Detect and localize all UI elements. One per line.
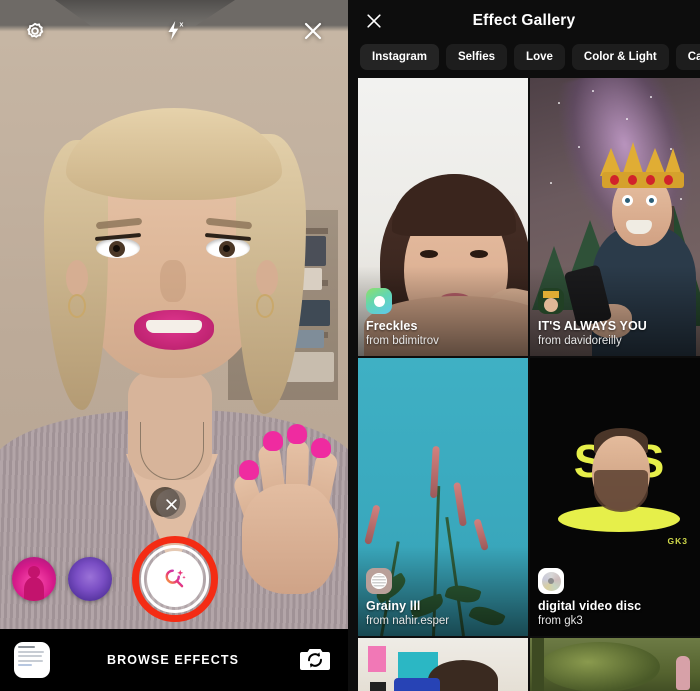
ear-right <box>256 260 278 296</box>
fingernail <box>287 424 307 444</box>
effect-author: from nahir.esper <box>366 614 450 627</box>
effect-card-grainy[interactable]: Grainy lll from nahir.esper <box>358 358 528 636</box>
flash-off-icon[interactable]: x <box>159 16 189 46</box>
watermark: GK3 <box>667 536 688 546</box>
gear-icon[interactable] <box>20 16 50 46</box>
effect-meta: Freckles from bdimitrov <box>358 288 528 356</box>
effect-card-partial-right[interactable] <box>530 638 700 691</box>
svg-text:x: x <box>180 22 184 29</box>
effect-author: from gk3 <box>538 614 583 627</box>
effect-preview <box>358 638 528 691</box>
teeth <box>146 320 202 333</box>
effect-name: IT'S ALWAYS YOU <box>538 319 647 334</box>
ear-left <box>66 260 88 296</box>
screenshot-root: x BROWSE EFFECTS Effect Gallery Instagra… <box>0 0 700 691</box>
dvd-effect-icon <box>538 568 564 595</box>
effect-name: digital video disc <box>538 599 642 614</box>
effect-preview <box>530 638 700 691</box>
browse-effects-label[interactable]: BROWSE EFFECTS <box>107 653 239 667</box>
hair-fringe <box>66 108 282 200</box>
dismiss-effect-button[interactable] <box>156 489 186 519</box>
effect-card-freckles[interactable]: Freckles from bdimitrov <box>358 78 528 356</box>
photo-gallery-thumbnail[interactable] <box>14 642 50 678</box>
camera-bottom-bar: BROWSE EFFECTS <box>0 629 348 691</box>
effect-thumbnail-face[interactable] <box>12 557 56 601</box>
effect-card-partial-left[interactable] <box>358 638 528 691</box>
fingernail <box>263 431 283 451</box>
earring-right <box>256 294 274 318</box>
effect-gallery-panel: Effect Gallery Instagram Selfies Love Co… <box>348 0 700 691</box>
gallery-header: Effect Gallery <box>348 0 700 42</box>
eye-right <box>206 238 250 258</box>
effect-thumbnail-orb[interactable] <box>68 557 112 601</box>
crown-graphic <box>600 142 684 188</box>
category-chips: Instagram Selfies Love Color & Light Cam… <box>348 42 700 78</box>
effect-name: Grainy lll <box>366 599 421 614</box>
chip-color-and-light[interactable]: Color & Light <box>571 44 669 70</box>
fingernail <box>311 438 331 458</box>
camera-panel: x BROWSE EFFECTS <box>0 0 348 691</box>
grainy-effect-icon <box>366 568 392 595</box>
camera-top-controls: x <box>0 0 348 62</box>
camera-flip-icon[interactable] <box>296 643 334 677</box>
effect-carousel <box>0 536 348 622</box>
nose <box>160 260 186 302</box>
chip-selfies[interactable]: Selfies <box>445 44 508 70</box>
chip-love[interactable]: Love <box>514 44 565 70</box>
effect-grid: Freckles from bdimitrov IT'S ALWAYS YOU … <box>348 78 700 691</box>
browse-effects-button[interactable] <box>147 551 203 607</box>
freckles-effect-icon <box>366 288 392 315</box>
browse-effects-highlight <box>132 536 218 622</box>
chip-instagram[interactable]: Instagram <box>360 44 439 70</box>
page-title: Effect Gallery <box>472 12 576 29</box>
effect-card-dvd[interactable]: SUS GK3 digital video disc from gk3 <box>530 358 700 636</box>
fingernail <box>239 460 259 480</box>
effect-card-always-you[interactable]: IT'S ALWAYS YOU from davidoreilly <box>530 78 700 356</box>
effect-meta: Grainy lll from nahir.esper <box>358 568 528 636</box>
earring-left <box>68 294 86 318</box>
eye-left <box>96 238 140 258</box>
close-icon[interactable] <box>298 16 328 46</box>
effect-meta: digital video disc from gk3 <box>530 568 700 636</box>
effect-meta: IT'S ALWAYS YOU from davidoreilly <box>530 288 700 356</box>
chip-camera[interactable]: Camera <box>675 44 700 70</box>
effect-author: from davidoreilly <box>538 334 622 347</box>
effect-author: from bdimitrov <box>366 334 439 347</box>
always-you-effect-icon <box>538 288 564 315</box>
effect-name: Freckles <box>366 319 418 334</box>
close-icon[interactable] <box>362 9 386 33</box>
